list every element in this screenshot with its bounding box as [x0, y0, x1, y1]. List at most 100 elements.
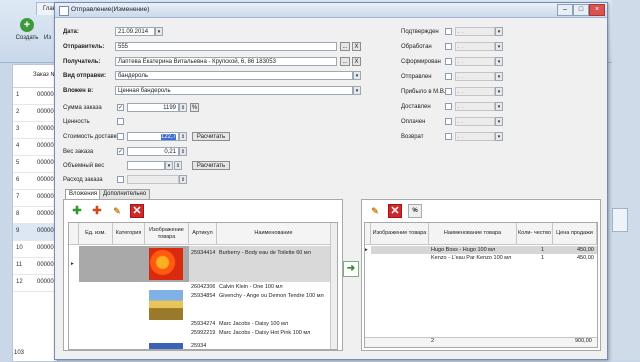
table-row[interactable]: 6 00000	[13, 173, 57, 190]
vertical-scrollbar[interactable]	[330, 223, 337, 349]
sender-clear-button[interactable]: X	[352, 42, 361, 51]
delete-icon[interactable]: ✕	[130, 204, 144, 218]
status-processed-date[interactable]: . .	[455, 42, 495, 51]
order-sum-checkbox[interactable]: ✓	[117, 104, 124, 111]
table-row[interactable]: 3 00000	[13, 122, 57, 139]
order-expense-stepper[interactable]: ⇕	[179, 175, 187, 184]
article-cell[interactable]: 25934414	[191, 250, 215, 257]
item-qty-cell[interactable]: 1	[541, 255, 544, 262]
edit-pencil-icon[interactable]: ✎	[368, 204, 382, 218]
name-cell[interactable]: Calvin Klein - One 100 мл	[219, 284, 329, 291]
table-row[interactable]: 7 00000	[13, 190, 57, 207]
name-cell[interactable]: Marc Jacobs - Daisy Hot Pink 100 мл	[219, 330, 329, 337]
item-price-cell[interactable]: 450,00	[577, 247, 594, 254]
status-returned-date[interactable]: . .	[455, 132, 495, 141]
status-arrived-checkbox[interactable]	[445, 88, 452, 95]
delivery-cost-checkbox[interactable]	[117, 133, 124, 140]
volume-weight-field[interactable]	[127, 161, 165, 170]
status-processed-dropdown-icon[interactable]: ▾	[495, 42, 503, 51]
recipient-select-button[interactable]: ...	[340, 57, 350, 66]
weight-checkbox[interactable]: ✓	[117, 148, 124, 155]
move-right-arrow-icon[interactable]: ➜	[343, 261, 359, 277]
status-sent-dropdown-icon[interactable]: ▾	[495, 72, 503, 81]
attachment-dropdown-icon[interactable]: ▾	[353, 86, 361, 95]
item-name-cell[interactable]: Hugo Boss - Hugo 100 мл	[431, 247, 495, 254]
order-expense-checkbox[interactable]	[117, 176, 124, 183]
status-delivered-checkbox[interactable]	[445, 103, 452, 110]
status-delivered-dropdown-icon[interactable]: ▾	[495, 102, 503, 111]
shipment-type-select[interactable]: бандероль	[115, 71, 353, 80]
status-arrived-dropdown-icon[interactable]: ▾	[495, 87, 503, 96]
status-formed-checkbox[interactable]	[445, 58, 452, 65]
article-cell[interactable]: 25934274	[191, 321, 215, 328]
table-row[interactable]: 8 00000	[13, 207, 57, 224]
volume-weight-stepper[interactable]: ⇕	[174, 161, 182, 170]
edit-pencil-icon[interactable]: ✎	[110, 204, 124, 218]
sender-field[interactable]: 555	[115, 42, 337, 51]
sender-select-button[interactable]: ...	[340, 42, 350, 51]
delete-icon[interactable]: ✕	[388, 204, 402, 218]
status-confirmed-date[interactable]: . .	[455, 27, 495, 36]
status-sent-checkbox[interactable]	[445, 73, 452, 80]
maximize-button[interactable]: □	[573, 4, 589, 16]
date-field[interactable]: 21.09.2014	[115, 27, 155, 36]
value-checkbox[interactable]	[117, 118, 124, 125]
status-returned-dropdown-icon[interactable]: ▾	[495, 132, 503, 141]
order-sum-stepper[interactable]: ⇕	[179, 103, 187, 112]
item-price-cell[interactable]: 450,00	[577, 255, 594, 262]
article-cell[interactable]: 26042306	[191, 284, 215, 291]
status-delivered-date[interactable]: . .	[455, 102, 495, 111]
tab-additional[interactable]: Дополнительно	[99, 189, 151, 199]
table-row[interactable]: 9 00000	[13, 224, 57, 241]
table-row[interactable]: 11 00000	[13, 258, 57, 275]
attachment-select[interactable]: Ценная бандероль	[115, 86, 353, 95]
calculate-volume-button[interactable]: Расчитать	[192, 161, 230, 170]
table-row[interactable]: 1 00000	[13, 88, 57, 105]
status-confirmed-checkbox[interactable]	[445, 28, 452, 35]
status-formed-dropdown-icon[interactable]: ▾	[495, 57, 503, 66]
table-row[interactable]: 5 00000	[13, 156, 57, 173]
status-processed-checkbox[interactable]	[445, 43, 452, 50]
recipient-clear-button[interactable]: X	[352, 57, 361, 66]
table-row[interactable]: 2 00000	[13, 105, 57, 122]
article-cell[interactable]: 25992219	[191, 330, 215, 337]
weight-stepper[interactable]: ⇕	[179, 147, 187, 156]
status-confirmed-dropdown-icon[interactable]: ▾	[495, 27, 503, 36]
name-cell[interactable]: Marc Jacobs - Daisy 100 мл	[219, 321, 329, 328]
tab-attachments[interactable]: Вложения	[65, 189, 102, 199]
article-cell[interactable]: 25934	[191, 343, 206, 349]
edit-button-label[interactable]: Из	[44, 35, 51, 41]
minimize-button[interactable]: –	[557, 4, 573, 16]
name-cell[interactable]: Burberry - Body eau de Toilette 60 мл	[219, 250, 329, 257]
volume-weight-dropdown-icon[interactable]: ▾	[165, 161, 173, 170]
add-icon[interactable]: ✚	[70, 204, 84, 218]
date-dropdown-icon[interactable]: ▾	[155, 27, 163, 36]
percent-button[interactable]: %	[408, 204, 422, 218]
status-sent-date[interactable]: . .	[455, 72, 495, 81]
shipment-type-dropdown-icon[interactable]: ▾	[353, 71, 361, 80]
table-row[interactable]: 10 00000	[13, 241, 57, 258]
add-new-icon[interactable]: ✚	[90, 204, 104, 218]
side-scroll-button[interactable]	[612, 208, 628, 232]
status-returned-checkbox[interactable]	[445, 133, 452, 140]
name-cell[interactable]: Givenchy - Ange ou Demon Tendre 100 мл	[219, 293, 329, 300]
weight-field[interactable]: 0,21	[127, 147, 179, 156]
status-arrived-date[interactable]: . .	[455, 87, 495, 96]
percent-button[interactable]: %	[190, 103, 199, 112]
status-paid-date[interactable]: . .	[455, 117, 495, 126]
item-qty-cell[interactable]: 1	[541, 247, 544, 254]
delivery-cost-stepper[interactable]: ⇕	[179, 132, 187, 141]
calculate-delivery-button[interactable]: Расчитать	[192, 132, 230, 141]
close-button[interactable]: ×	[589, 4, 605, 16]
table-row[interactable]: 12 00000	[13, 275, 57, 292]
order-sum-field[interactable]: 1199	[127, 103, 179, 112]
status-paid-checkbox[interactable]	[445, 118, 452, 125]
delivery-cost-field[interactable]: 122,7	[127, 132, 179, 141]
table-row[interactable]: 4 00000	[13, 139, 57, 156]
status-paid-dropdown-icon[interactable]: ▾	[495, 117, 503, 126]
recipient-field[interactable]: Лаптева Екатерина Витальевна - Крупской,…	[115, 57, 337, 66]
status-formed-date[interactable]: . .	[455, 57, 495, 66]
order-expense-field[interactable]	[127, 175, 179, 184]
item-name-cell[interactable]: Kenzo - L'eau Par Kenzo 100 мл	[431, 255, 511, 262]
article-cell[interactable]: 25934854	[191, 293, 215, 300]
